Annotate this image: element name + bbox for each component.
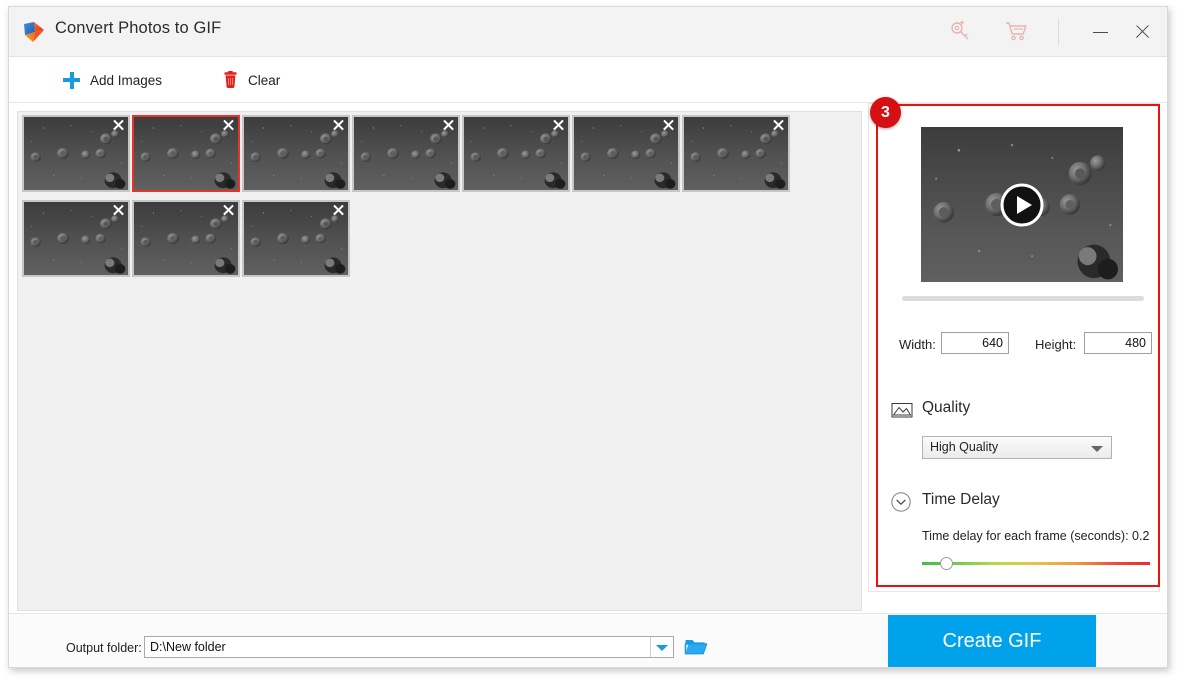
thumbnail-item[interactable] <box>352 115 460 192</box>
thumbnail-item[interactable] <box>572 115 680 192</box>
thumbnail-item[interactable] <box>462 115 570 192</box>
trash-icon <box>223 71 238 89</box>
thumbnail-item[interactable] <box>22 115 130 192</box>
thumbnail-item[interactable] <box>242 115 350 192</box>
quality-select[interactable]: High Quality <box>922 436 1112 459</box>
thumbnail-scrollbar-track[interactable] <box>848 113 860 609</box>
time-delay-value-label: Time delay for each frame (seconds): 0.2 <box>922 529 1149 543</box>
plus-icon <box>63 72 80 89</box>
thumbnail-item[interactable] <box>132 115 240 192</box>
window-title: Convert Photos to GIF <box>55 19 221 38</box>
output-folder-value: D:\New folder <box>150 640 226 654</box>
step-badge: 3 <box>870 97 901 128</box>
preview-image[interactable] <box>921 127 1123 282</box>
height-label: Height: <box>1035 337 1076 352</box>
chevron-down-icon <box>656 645 668 651</box>
clear-button[interactable]: Clear <box>223 65 280 95</box>
thumbnail-remove-icon[interactable] <box>332 118 345 131</box>
thumbnail-item[interactable] <box>682 115 790 192</box>
thumbnail-item[interactable] <box>242 200 350 277</box>
toolbar: Add Images Clear <box>9 57 1167 103</box>
time-delay-title: Time Delay <box>922 491 1000 509</box>
thumbnail-remove-icon[interactable] <box>112 203 125 216</box>
browse-folder-button[interactable] <box>684 636 708 658</box>
thumbnail-item[interactable] <box>132 200 240 277</box>
minimize-icon <box>1093 32 1108 33</box>
output-folder-dropdown-button[interactable] <box>650 637 673 657</box>
key-icon[interactable] <box>949 19 979 45</box>
add-images-label: Add Images <box>90 73 162 88</box>
thumbnail-remove-icon[interactable] <box>222 118 235 131</box>
chevron-down-circle-icon <box>890 491 912 513</box>
thumbnail-remove-icon[interactable] <box>332 203 345 216</box>
thumbnail-remove-icon[interactable] <box>662 118 675 131</box>
image-mountain-icon <box>891 399 913 421</box>
title-bar: Convert Photos to GIF <box>9 7 1167 57</box>
time-delay-slider-track <box>922 562 1150 565</box>
folder-icon <box>684 636 708 658</box>
app-logo-icon <box>21 19 47 45</box>
height-input[interactable]: 480 <box>1084 332 1152 354</box>
time-delay-slider-handle[interactable] <box>940 557 953 570</box>
minimize-button[interactable] <box>1084 17 1118 47</box>
thumbnail-remove-icon[interactable] <box>772 118 785 131</box>
thumbnail-remove-icon[interactable] <box>552 118 565 131</box>
create-gif-button[interactable]: Create GIF <box>888 615 1096 667</box>
quality-title: Quality <box>922 399 970 417</box>
width-label: Width: <box>899 337 936 352</box>
thumbnail-remove-icon[interactable] <box>222 203 235 216</box>
clear-label: Clear <box>248 73 280 88</box>
width-input[interactable]: 640 <box>941 332 1009 354</box>
chevron-down-icon <box>1091 446 1103 452</box>
quality-select-value: High Quality <box>930 440 998 454</box>
add-images-button[interactable]: Add Images <box>63 65 162 95</box>
output-folder-combo[interactable]: D:\New folder <box>144 636 674 658</box>
thumbnail-remove-icon[interactable] <box>112 118 125 131</box>
thumbnail-item[interactable] <box>22 200 130 277</box>
app-window: Convert Photos to GIF <box>8 6 1168 668</box>
cart-icon[interactable] <box>1003 19 1033 45</box>
titlebar-divider <box>1058 19 1059 45</box>
thumbnail-list[interactable] <box>17 111 862 611</box>
close-button[interactable] <box>1126 17 1160 47</box>
output-folder-label: Output folder: <box>66 641 142 655</box>
thumbnail-remove-icon[interactable] <box>442 118 455 131</box>
preview-progress-bar[interactable] <box>902 296 1144 301</box>
time-delay-slider[interactable] <box>922 557 1150 571</box>
play-icon[interactable] <box>1000 183 1044 227</box>
